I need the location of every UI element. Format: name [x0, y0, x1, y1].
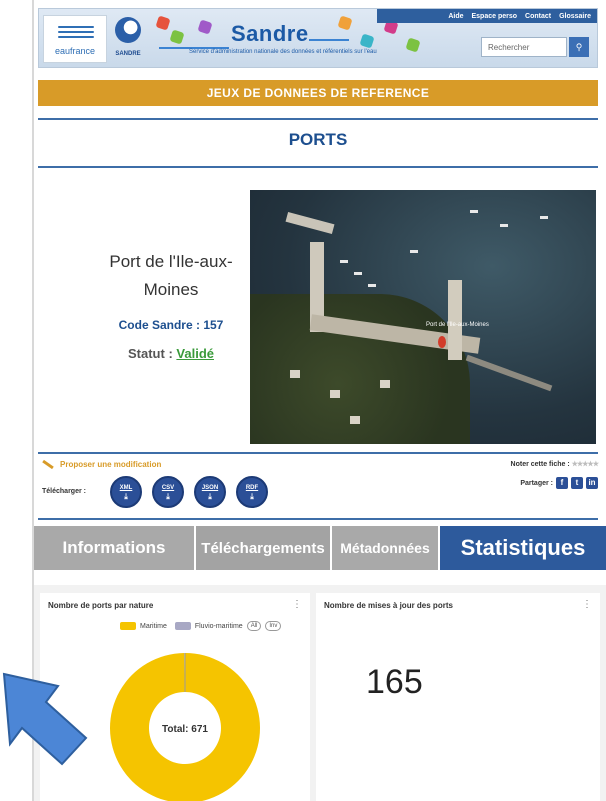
glossary-link[interactable]: Glossaire	[559, 13, 591, 20]
tab-metadonnees[interactable]: Métadonnées	[332, 526, 438, 570]
sandre-logo[interactable]: SANDRE	[111, 13, 145, 63]
download-csv-button[interactable]: CSV ⤓	[152, 476, 184, 508]
legend-invert-button[interactable]: Inv	[265, 621, 282, 631]
puzzle-piece-icon	[169, 29, 185, 45]
map-pin-icon[interactable]	[438, 336, 446, 348]
puzzle-piece-icon	[405, 37, 421, 53]
updates-count-value: 165	[366, 663, 423, 701]
search-icon: ⚲	[575, 42, 583, 52]
code-sandre: Code Sandre : 157	[118, 318, 224, 332]
record-status: Statut : Validé	[128, 346, 214, 361]
legend-swatch-fluvio	[174, 622, 191, 630]
legend-label-fluvio[interactable]: Fluvio-maritime	[195, 623, 243, 630]
legend-all-button[interactable]: All	[246, 621, 262, 631]
status-link[interactable]: Validé	[176, 346, 214, 361]
eaufrance-logo[interactable]: eaufrance	[43, 15, 107, 63]
personal-space-link[interactable]: Espace perso	[471, 13, 517, 20]
share: Partager : f t in	[520, 477, 598, 489]
contact-link[interactable]: Contact	[525, 13, 551, 20]
puzzle-piece-icon	[155, 15, 171, 31]
linkedin-icon[interactable]: in	[586, 477, 598, 489]
chart-legend: Maritime Fluvio-maritime All Inv	[120, 621, 282, 631]
tab-bar: Informations Téléchargements Métadonnées…	[34, 526, 606, 570]
tab-telechargements[interactable]: Téléchargements	[196, 526, 330, 570]
section-title-bar: JEUX DE DONNEES DE REFERENCE	[38, 80, 598, 106]
site-title: Sandre	[231, 21, 309, 46]
divider	[38, 452, 598, 454]
site-subtitle: Service d'administration nationale des d…	[189, 49, 377, 55]
annotation-arrow-icon	[2, 672, 88, 766]
propose-modification-link[interactable]: Proposer une modification	[42, 459, 161, 470]
puzzle-piece-icon	[359, 33, 375, 49]
arrow-decoration	[309, 39, 349, 41]
updates-count-card: Nombre de mises à jour des ports ⋮ 165	[316, 593, 600, 801]
puzzle-piece-icon	[337, 15, 353, 31]
twitter-icon[interactable]: t	[571, 477, 583, 489]
legend-swatch-maritime	[120, 622, 136, 630]
facebook-icon[interactable]: f	[556, 477, 568, 489]
puzzle-piece-icon	[197, 19, 213, 35]
help-link[interactable]: Aide	[448, 13, 463, 20]
search-input[interactable]: Rechercher	[481, 37, 567, 57]
divider	[38, 518, 598, 520]
download-xml-button[interactable]: XML ⤓	[110, 476, 142, 508]
site-header: eaufrance SANDRE Sandre Service d'admini…	[38, 8, 598, 68]
rating: Noter cette fiche : ★★★★★	[510, 461, 599, 468]
record-name: Port de l'Ile-aux-Moines	[109, 252, 233, 299]
drop-icon	[115, 17, 141, 43]
download-json-button[interactable]: JSON ⤓	[194, 476, 226, 508]
download-label: Télécharger :	[42, 488, 86, 495]
download-icon: ⤓	[250, 492, 254, 501]
wave-icon	[58, 26, 94, 40]
download-icon: ⤓	[124, 492, 128, 501]
divider	[38, 118, 598, 120]
statistics-panel: Nombre de ports par nature ⋮ Maritime Fl…	[34, 585, 606, 801]
card-title: Nombre de ports par nature	[48, 601, 154, 610]
more-options-icon[interactable]: ⋮	[582, 599, 592, 610]
top-links: Aide Espace perso Contact Glossaire	[448, 13, 591, 20]
satellite-map[interactable]: Port de l'Ile-aux-Moines	[250, 190, 596, 444]
search-button[interactable]: ⚲	[569, 37, 589, 57]
download-rdf-button[interactable]: RDF ⤓	[236, 476, 268, 508]
tab-statistiques[interactable]: Statistiques	[440, 526, 606, 570]
star-rating-icon[interactable]: ★★★★★	[572, 461, 599, 468]
card-title: Nombre de mises à jour des ports	[324, 601, 453, 610]
tab-informations[interactable]: Informations	[34, 526, 194, 570]
download-icon: ⤓	[208, 492, 212, 501]
divider	[38, 166, 598, 168]
legend-label-maritime[interactable]: Maritime	[140, 623, 167, 630]
donut-chart: Total: 671	[110, 653, 260, 801]
more-options-icon[interactable]: ⋮	[292, 599, 302, 610]
dataset-title: PORTS	[288, 130, 348, 149]
map-caption: Port de l'Ile-aux-Moines	[426, 322, 489, 328]
pencil-icon	[42, 459, 54, 470]
download-icon: ⤓	[166, 492, 170, 501]
donut-total-label: Total: 671	[162, 724, 208, 735]
